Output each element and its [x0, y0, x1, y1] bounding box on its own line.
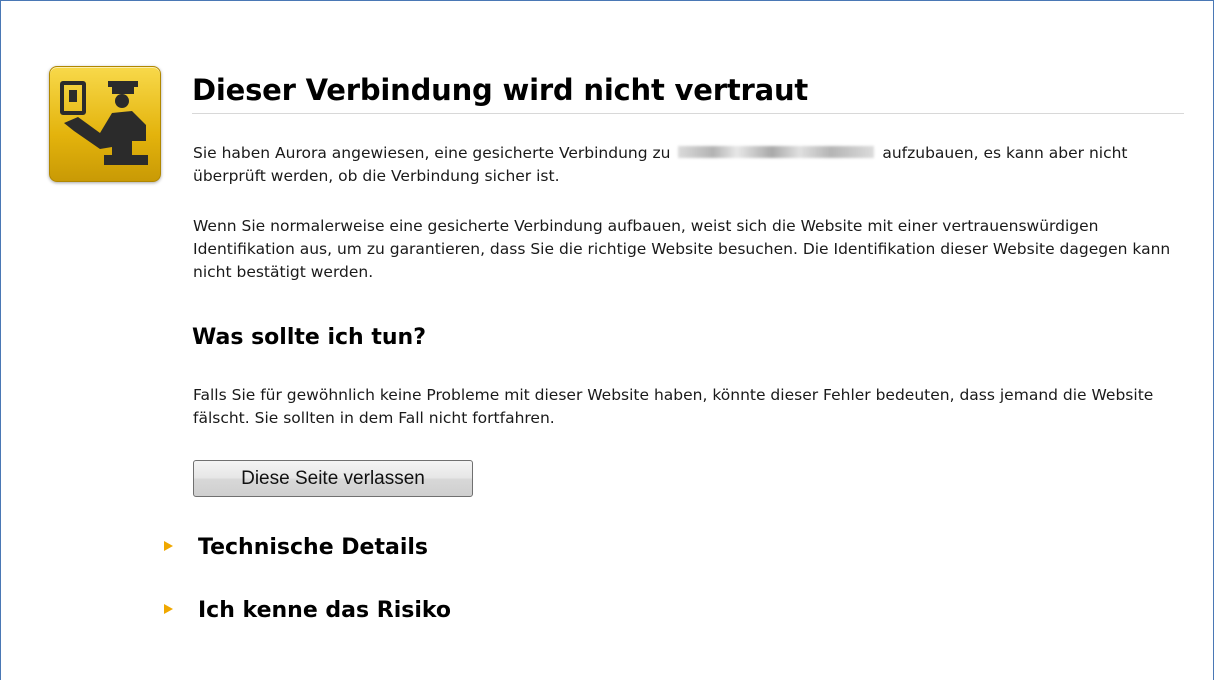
triangle-right-icon [164, 604, 173, 614]
technical-details-expander[interactable]: Technische Details [164, 535, 428, 560]
page-title: Dieser Verbindung wird nicht vertraut [192, 73, 1184, 114]
understand-risks-expander[interactable]: Ich kenne das Risiko [164, 598, 451, 623]
blurred-hostname [678, 146, 875, 158]
what-to-do-paragraph: Falls Sie für gewöhnlich keine Probleme … [193, 386, 1154, 427]
intro-paragraph: Sie haben Aurora angewiesen, eine gesich… [193, 142, 1193, 188]
leave-page-button[interactable]: Diese Seite verlassen [193, 460, 473, 497]
technical-details-label: Technische Details [198, 535, 429, 560]
what-to-do-heading: Was sollte ich tun? [192, 325, 426, 350]
intro-text-before-host: Sie haben Aurora angewiesen, eine gesich… [193, 144, 671, 162]
understand-risks-label: Ich kenne das Risiko [198, 598, 452, 623]
explanation-paragraph: Wenn Sie normalerweise eine gesicherte V… [193, 217, 1171, 281]
triangle-right-icon [164, 541, 173, 551]
security-officer-icon [49, 66, 161, 182]
